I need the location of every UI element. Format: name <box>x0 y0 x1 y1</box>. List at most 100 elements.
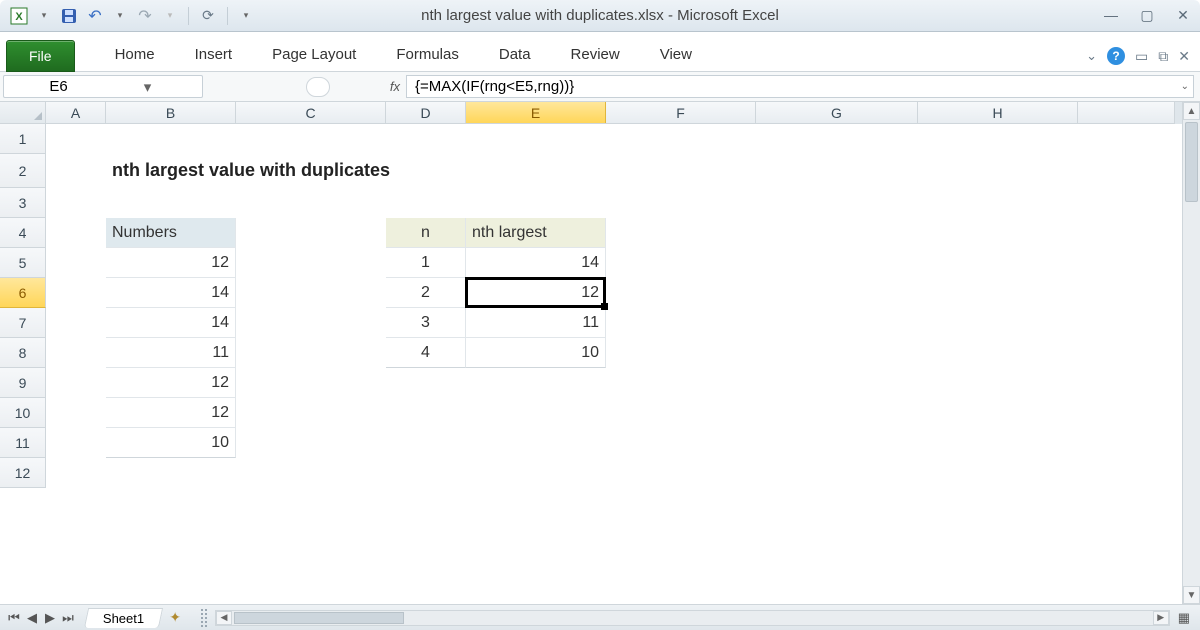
last-sheet-icon[interactable]: ⏭ <box>60 610 76 626</box>
cell[interactable] <box>756 278 918 308</box>
row-header[interactable]: 3 <box>0 188 46 218</box>
col-header-e[interactable]: E <box>466 102 606 123</box>
tab-review[interactable]: Review <box>551 38 640 71</box>
nth-header[interactable]: nth largest <box>466 218 606 248</box>
nth-cell[interactable]: 11 <box>466 308 606 338</box>
next-sheet-icon[interactable]: ▶ <box>42 610 58 626</box>
col-header-h[interactable]: H <box>918 102 1078 123</box>
excel-app-icon[interactable]: X <box>8 5 30 27</box>
sheet-title[interactable]: nth largest value with duplicates <box>106 154 766 188</box>
cell[interactable] <box>106 458 236 488</box>
nth-cell[interactable]: 12 <box>466 278 606 308</box>
cancel-formula-icon[interactable] <box>306 77 330 97</box>
cell[interactable] <box>466 428 606 458</box>
cell[interactable] <box>236 278 386 308</box>
scroll-up-icon[interactable]: ▲ <box>1183 102 1200 120</box>
row-header[interactable]: 10 <box>0 398 46 428</box>
cell[interactable] <box>46 278 106 308</box>
cell[interactable] <box>466 368 606 398</box>
cell[interactable] <box>236 338 386 368</box>
col-header-a[interactable]: A <box>46 102 106 123</box>
cell[interactable] <box>606 278 756 308</box>
cell[interactable] <box>46 338 106 368</box>
minimize-button[interactable]: — <box>1102 7 1120 24</box>
row-header[interactable]: 1 <box>0 124 46 154</box>
save-icon[interactable] <box>58 5 80 27</box>
cell[interactable] <box>46 398 106 428</box>
close-button[interactable]: ✕ <box>1174 7 1192 24</box>
cell[interactable] <box>606 248 756 278</box>
window-close-icon[interactable]: ✕ <box>1178 48 1190 65</box>
cell[interactable] <box>236 248 386 278</box>
normal-view-icon[interactable]: ▦ <box>1178 610 1190 626</box>
vertical-scrollbar[interactable]: ▲ ▼ <box>1182 102 1200 604</box>
tab-home[interactable]: Home <box>95 38 175 71</box>
cell[interactable] <box>606 338 756 368</box>
scroll-thumb[interactable] <box>234 612 404 624</box>
cell[interactable] <box>918 308 1078 338</box>
cell[interactable] <box>756 124 918 154</box>
undo-icon[interactable]: ↶ <box>84 5 106 27</box>
cell[interactable] <box>918 368 1078 398</box>
nth-cell[interactable]: 14 <box>466 248 606 278</box>
cell[interactable] <box>466 458 606 488</box>
redo-icon[interactable]: ↷ <box>134 5 156 27</box>
worksheet[interactable]: A B C D E F G H 1 2 nth largest value wi… <box>0 102 1182 604</box>
cell[interactable] <box>46 124 106 154</box>
cell[interactable] <box>606 308 756 338</box>
prev-sheet-icon[interactable]: ◀ <box>24 610 40 626</box>
cell[interactable] <box>756 218 918 248</box>
ribbon-minimize-icon[interactable]: ⌄ <box>1086 48 1097 64</box>
split-handle[interactable] <box>1174 102 1182 124</box>
numbers-cell[interactable]: 11 <box>106 338 236 368</box>
file-tab[interactable]: File <box>6 40 75 72</box>
name-box-dropdown-icon[interactable]: ▾ <box>103 78 192 96</box>
cell[interactable] <box>46 248 106 278</box>
col-header-b[interactable]: B <box>106 102 236 123</box>
cell[interactable] <box>386 368 466 398</box>
cell[interactable] <box>386 428 466 458</box>
n-cell[interactable]: 2 <box>386 278 466 308</box>
cell[interactable] <box>918 428 1078 458</box>
numbers-cell[interactable]: 14 <box>106 278 236 308</box>
redo-dropdown-icon[interactable]: ▾ <box>160 10 180 21</box>
row-header[interactable]: 5 <box>0 248 46 278</box>
row-header[interactable]: 4 <box>0 218 46 248</box>
cell[interactable] <box>756 338 918 368</box>
cell[interactable] <box>606 458 756 488</box>
fill-handle[interactable] <box>601 303 608 310</box>
new-sheet-icon[interactable]: ✦ <box>169 609 181 626</box>
row-header[interactable]: 12 <box>0 458 46 488</box>
first-sheet-icon[interactable]: ⏮ <box>6 610 22 626</box>
cell[interactable] <box>106 188 236 218</box>
scroll-right-icon[interactable]: ▶ <box>1153 611 1169 625</box>
qat-customize-icon[interactable]: ▾ <box>236 10 256 21</box>
cell[interactable] <box>466 398 606 428</box>
cell[interactable] <box>918 458 1078 488</box>
cell[interactable] <box>918 398 1078 428</box>
cell[interactable] <box>918 338 1078 368</box>
cell[interactable] <box>386 458 466 488</box>
cell[interactable] <box>756 458 918 488</box>
tab-page-layout[interactable]: Page Layout <box>252 38 376 71</box>
cell[interactable] <box>46 154 106 188</box>
cell[interactable] <box>756 308 918 338</box>
cell[interactable] <box>46 368 106 398</box>
cell[interactable] <box>756 188 918 218</box>
row-header[interactable]: 8 <box>0 338 46 368</box>
col-header-f[interactable]: F <box>606 102 756 123</box>
cell[interactable] <box>236 308 386 338</box>
n-cell[interactable]: 1 <box>386 248 466 278</box>
cell[interactable] <box>106 124 236 154</box>
cell[interactable] <box>918 188 1078 218</box>
cell[interactable] <box>918 218 1078 248</box>
cell[interactable] <box>756 368 918 398</box>
cell[interactable] <box>756 398 918 428</box>
cell[interactable] <box>756 248 918 278</box>
cell[interactable] <box>918 248 1078 278</box>
tab-formulas[interactable]: Formulas <box>376 38 479 71</box>
numbers-header[interactable]: Numbers <box>106 218 236 248</box>
numbers-cell[interactable]: 12 <box>106 368 236 398</box>
cell[interactable] <box>918 278 1078 308</box>
touch-mode-icon[interactable]: ⟳ <box>197 5 219 27</box>
